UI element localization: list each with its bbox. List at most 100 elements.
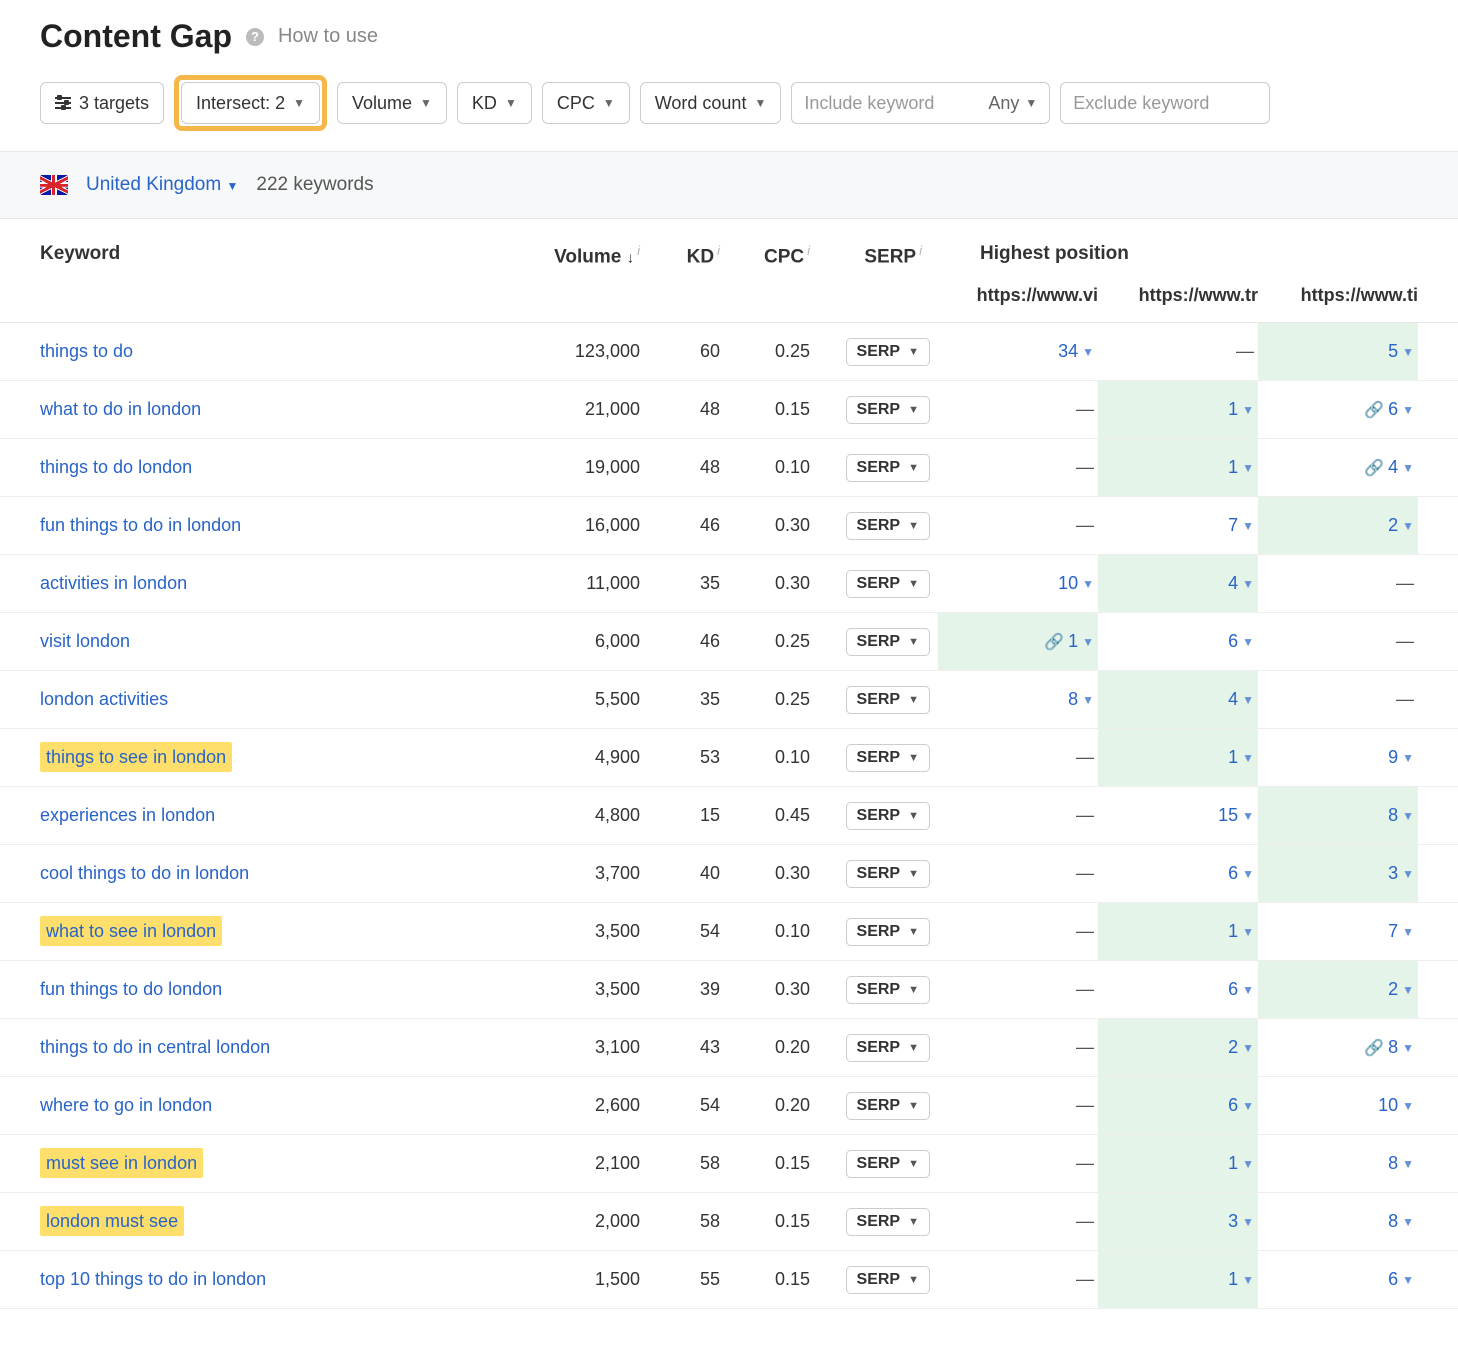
position-cell[interactable]: 10 ▼ — [938, 555, 1098, 612]
position-cell[interactable]: 6 ▼ — [1098, 613, 1258, 670]
position-cell[interactable]: 6 ▼ — [1098, 961, 1258, 1018]
help-icon[interactable]: ? — [246, 28, 264, 46]
chevron-down-icon: ▼ — [603, 96, 615, 110]
serp-button[interactable]: SERP▼ — [846, 976, 930, 1004]
keyword-link[interactable]: where to go in london — [40, 1095, 500, 1116]
column-kd[interactable]: KDi — [640, 243, 720, 288]
keyword-link[interactable]: fun things to do in london — [40, 515, 500, 536]
kd-filter[interactable]: KD ▼ — [457, 82, 532, 124]
position-cell[interactable]: 9 ▼ — [1258, 729, 1418, 786]
position-cell[interactable]: 🔗 8 ▼ — [1258, 1019, 1418, 1076]
keyword-link[interactable]: what to do in london — [40, 399, 500, 420]
serp-button[interactable]: SERP▼ — [846, 570, 930, 598]
page-title: Content Gap — [40, 18, 232, 55]
position-cell[interactable]: 1 ▼ — [1098, 1135, 1258, 1192]
position-cell[interactable]: 1 ▼ — [1098, 729, 1258, 786]
include-match-mode[interactable]: Any — [982, 93, 1025, 114]
position-cell[interactable]: 1 ▼ — [1098, 903, 1258, 960]
country-selector[interactable]: United Kingdom ▼ — [86, 174, 238, 196]
position-cell[interactable]: 8 ▼ — [938, 671, 1098, 728]
table-row: fun things to do in london16,000460.30SE… — [0, 497, 1458, 555]
position-cell[interactable]: 🔗 4 ▼ — [1258, 439, 1418, 496]
position-cell[interactable]: 2 ▼ — [1098, 1019, 1258, 1076]
serp-button[interactable]: SERP▼ — [846, 512, 930, 540]
position-cell[interactable]: 6 ▼ — [1258, 1251, 1418, 1308]
position-cell[interactable]: 8 ▼ — [1258, 1135, 1418, 1192]
position-cell[interactable]: 1 ▼ — [1098, 1251, 1258, 1308]
wordcount-filter[interactable]: Word count ▼ — [640, 82, 782, 124]
info-icon[interactable]: i — [916, 243, 922, 258]
table-row: what to see in london3,500540.10SERP▼—1 … — [0, 903, 1458, 961]
serp-button[interactable]: SERP▼ — [846, 628, 930, 656]
serp-button[interactable]: SERP▼ — [846, 860, 930, 888]
keyword-link[interactable]: activities in london — [40, 573, 500, 594]
position-cell[interactable]: 1 ▼ — [1098, 439, 1258, 496]
position-cell[interactable]: 34 ▼ — [938, 323, 1098, 380]
position-cell[interactable]: 6 ▼ — [1098, 1077, 1258, 1134]
column-serp[interactable]: SERPi — [810, 243, 930, 288]
position-cell: — — [938, 961, 1098, 1018]
table-row: must see in london2,100580.15SERP▼—1 ▼8 … — [0, 1135, 1458, 1193]
competitor-2-header[interactable]: https://www.tr — [1098, 285, 1258, 322]
keyword-link[interactable]: must see in london — [40, 1153, 500, 1174]
exclude-keyword-input[interactable] — [1060, 82, 1270, 124]
keyword-link[interactable]: experiences in london — [40, 805, 500, 826]
cpc-value: 0.25 — [720, 631, 810, 652]
column-keyword[interactable]: Keyword — [40, 243, 500, 285]
position-cell[interactable]: 2 ▼ — [1258, 497, 1418, 554]
position-cell[interactable]: 2 ▼ — [1258, 961, 1418, 1018]
position-cell[interactable]: 🔗 6 ▼ — [1258, 381, 1418, 438]
serp-button[interactable]: SERP▼ — [846, 802, 930, 830]
position-cell[interactable]: 3 ▼ — [1258, 845, 1418, 902]
column-cpc[interactable]: CPCi — [720, 243, 810, 288]
keyword-link[interactable]: london activities — [40, 689, 500, 710]
include-keyword-input[interactable] — [792, 85, 982, 122]
competitor-1-header[interactable]: https://www.vi — [938, 285, 1098, 322]
competitor-3-header[interactable]: https://www.ti — [1258, 285, 1418, 322]
serp-button[interactable]: SERP▼ — [846, 1034, 930, 1062]
position-cell[interactable]: 8 ▼ — [1258, 1193, 1418, 1250]
position-cell[interactable]: 7 ▼ — [1258, 903, 1418, 960]
keyword-link[interactable]: london must see — [40, 1211, 500, 1232]
include-keyword-filter[interactable]: Any ▼ — [791, 82, 1050, 124]
serp-button[interactable]: SERP▼ — [846, 744, 930, 772]
serp-button[interactable]: SERP▼ — [846, 454, 930, 482]
keyword-link[interactable]: things to do in central london — [40, 1037, 500, 1058]
serp-button[interactable]: SERP▼ — [846, 1208, 930, 1236]
keyword-link[interactable]: what to see in london — [40, 921, 500, 942]
cpc-filter[interactable]: CPC ▼ — [542, 82, 630, 124]
keyword-link[interactable]: top 10 things to do in london — [40, 1269, 500, 1290]
serp-button[interactable]: SERP▼ — [846, 918, 930, 946]
position-cell[interactable]: 10 ▼ — [1258, 1077, 1418, 1134]
column-volume[interactable]: Volume ↓i — [500, 243, 640, 288]
keyword-link[interactable]: things to see in london — [40, 747, 500, 768]
position-cell[interactable]: 5 ▼ — [1258, 323, 1418, 380]
serp-button[interactable]: SERP▼ — [846, 1092, 930, 1120]
position-cell[interactable]: 6 ▼ — [1098, 845, 1258, 902]
keyword-link[interactable]: fun things to do london — [40, 979, 500, 1000]
position-cell[interactable]: 4 ▼ — [1098, 671, 1258, 728]
serp-button[interactable]: SERP▼ — [846, 1266, 930, 1294]
targets-filter[interactable]: 3 targets — [40, 82, 164, 124]
position-cell[interactable]: 3 ▼ — [1098, 1193, 1258, 1250]
how-to-use-link[interactable]: How to use — [278, 25, 378, 48]
serp-button[interactable]: SERP▼ — [846, 1150, 930, 1178]
keyword-link[interactable]: things to do — [40, 341, 500, 362]
keyword-link[interactable]: cool things to do in london — [40, 863, 500, 884]
kd-label: KD — [472, 93, 497, 114]
serp-button[interactable]: SERP▼ — [846, 686, 930, 714]
position-cell[interactable]: 7 ▼ — [1098, 497, 1258, 554]
intersect-filter[interactable]: Intersect: 2 ▼ — [181, 82, 320, 124]
position-cell[interactable]: 🔗 1 ▼ — [938, 613, 1098, 670]
keyword-link[interactable]: things to do london — [40, 457, 500, 478]
position-cell[interactable]: 1 ▼ — [1098, 381, 1258, 438]
position-cell[interactable]: 15 ▼ — [1098, 787, 1258, 844]
serp-button[interactable]: SERP▼ — [846, 338, 930, 366]
serp-button[interactable]: SERP▼ — [846, 396, 930, 424]
position-cell[interactable]: 8 ▼ — [1258, 787, 1418, 844]
keyword-link[interactable]: visit london — [40, 631, 500, 652]
volume-filter[interactable]: Volume ▼ — [337, 82, 447, 124]
position-cell[interactable]: 4 ▼ — [1098, 555, 1258, 612]
cpc-value: 0.10 — [720, 747, 810, 768]
table-row: top 10 things to do in london1,500550.15… — [0, 1251, 1458, 1309]
